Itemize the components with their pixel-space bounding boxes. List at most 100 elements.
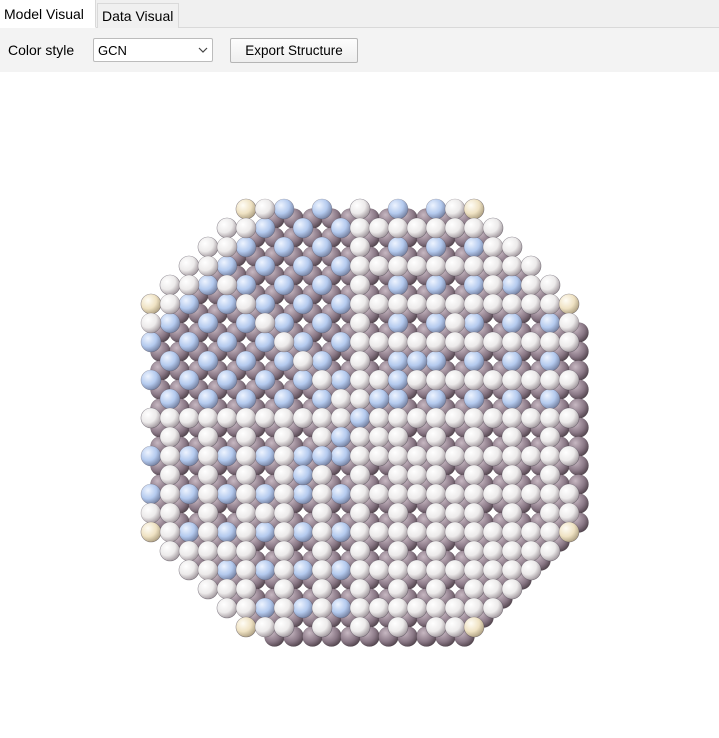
atom (159, 312, 181, 334)
atom (235, 616, 257, 638)
atom (216, 483, 238, 505)
tab-model-visual[interactable]: Model Visual (0, 0, 96, 28)
atom (330, 369, 352, 391)
atom (349, 578, 371, 600)
atom (273, 407, 295, 429)
atom (539, 540, 561, 562)
atom (349, 426, 371, 448)
atom (311, 616, 333, 638)
atom (482, 293, 504, 315)
atom (349, 502, 371, 524)
atom (349, 198, 371, 220)
atom (501, 255, 523, 277)
atom (159, 445, 181, 467)
atom (387, 540, 409, 562)
atom (406, 255, 428, 277)
atom (197, 312, 219, 334)
atom (311, 483, 333, 505)
atom (463, 445, 485, 467)
atom (254, 483, 276, 505)
atom (444, 312, 466, 334)
atom (406, 350, 428, 372)
tab-data-visual[interactable]: Data Visual (97, 3, 179, 28)
atom (235, 312, 257, 334)
atom (197, 350, 219, 372)
atom (311, 407, 333, 429)
atom (254, 331, 276, 353)
atom (140, 293, 162, 315)
atom (368, 331, 390, 353)
atom (501, 521, 523, 543)
atom (368, 597, 390, 619)
atom (140, 483, 162, 505)
atom (406, 407, 428, 429)
atom (463, 331, 485, 353)
atom (178, 255, 200, 277)
atom (330, 407, 352, 429)
atom (520, 540, 542, 562)
atom (311, 198, 333, 220)
atom (482, 236, 504, 258)
atom (235, 350, 257, 372)
atom (463, 426, 485, 448)
atom (387, 255, 409, 277)
atom (349, 293, 371, 315)
atom (558, 445, 580, 467)
atom (501, 388, 523, 410)
atom (349, 217, 371, 239)
atom (349, 274, 371, 296)
atom (159, 293, 181, 315)
atom (311, 597, 333, 619)
atom (501, 274, 523, 296)
atom (444, 521, 466, 543)
atom (235, 198, 257, 220)
atom (178, 445, 200, 467)
atom (463, 616, 485, 638)
atom (197, 445, 219, 467)
atom (159, 483, 181, 505)
atom (501, 236, 523, 258)
atom (444, 483, 466, 505)
atom (273, 597, 295, 619)
atom (539, 445, 561, 467)
atom (178, 521, 200, 543)
atom (235, 426, 257, 448)
atom (197, 578, 219, 600)
nanoparticle-model[interactable] (0, 72, 719, 735)
export-structure-button[interactable]: Export Structure (230, 38, 358, 63)
atom (159, 502, 181, 524)
atom (501, 445, 523, 467)
atom (235, 407, 257, 429)
atom (292, 293, 314, 315)
atom (178, 540, 200, 562)
atom (539, 464, 561, 486)
atom (330, 255, 352, 277)
atom (311, 426, 333, 448)
atom (444, 217, 466, 239)
atom (387, 426, 409, 448)
atom (444, 502, 466, 524)
chevron-down-icon (198, 47, 208, 53)
atom (463, 464, 485, 486)
atom (482, 597, 504, 619)
atom (425, 236, 447, 258)
color-style-select[interactable]: GCN (93, 38, 213, 62)
atom (368, 426, 390, 448)
atom (292, 255, 314, 277)
atom (387, 578, 409, 600)
atom (539, 350, 561, 372)
atom (482, 331, 504, 353)
atom (463, 597, 485, 619)
model-viewport[interactable] (0, 72, 719, 735)
atom (444, 255, 466, 277)
atom (311, 464, 333, 486)
atom (387, 597, 409, 619)
atom (425, 445, 447, 467)
atom (482, 445, 504, 467)
atom (235, 293, 257, 315)
atom (178, 274, 200, 296)
atom (235, 217, 257, 239)
atom (311, 388, 333, 410)
atom (330, 331, 352, 353)
atom (539, 388, 561, 410)
